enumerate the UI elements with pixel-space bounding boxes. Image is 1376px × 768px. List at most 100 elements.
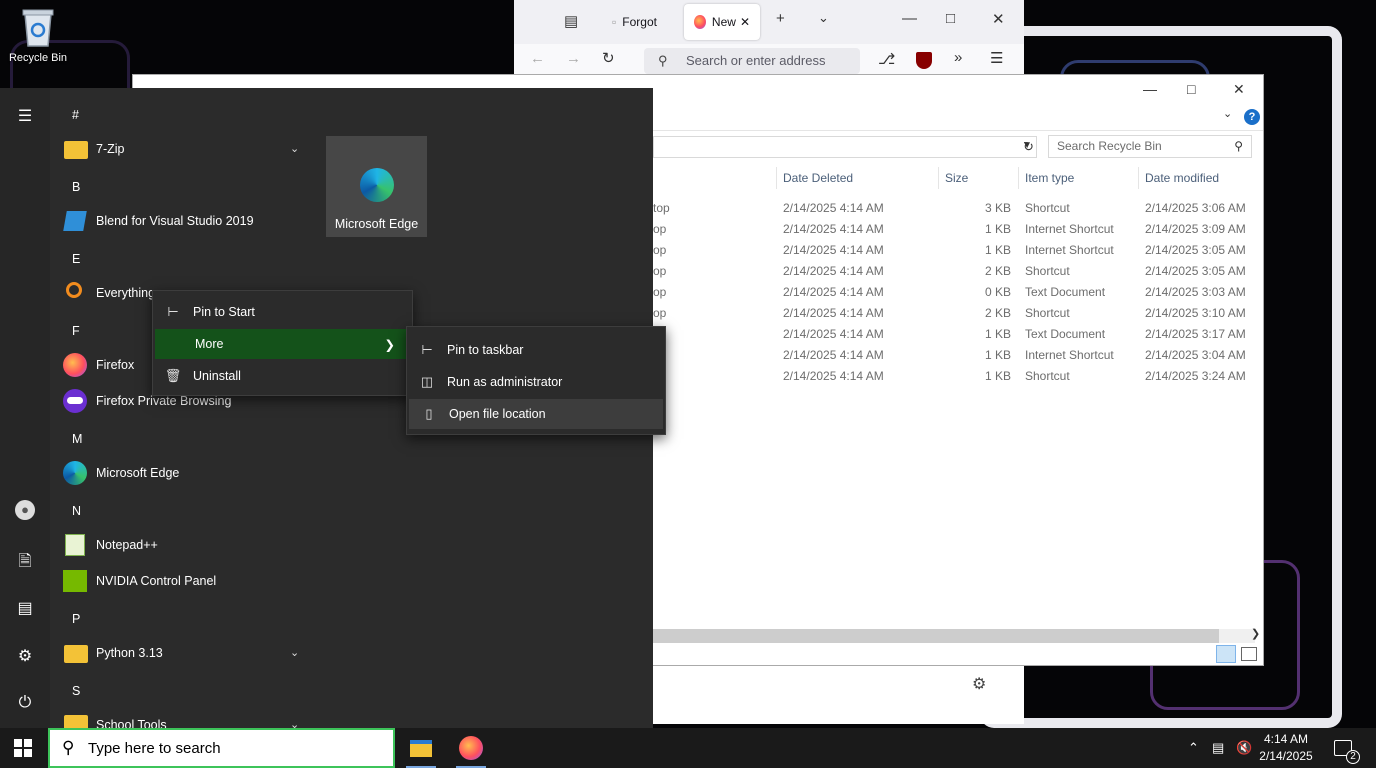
menu-item-open-file-location[interactable]: ▯ Open file location [409, 399, 663, 429]
letter-header-e[interactable]: E [72, 252, 80, 266]
menu-item-pin-to-taskbar[interactable]: ⊢ Pin to taskbar [407, 335, 665, 365]
app-blend[interactable]: Blend for Visual Studio 2019 [62, 203, 312, 239]
firefox-nav-bar: ← → ↻ ⚲ Search or enter address ⎇ » ☰ [514, 44, 1024, 76]
notification-center-icon[interactable]: 2 [1334, 728, 1360, 768]
extensions-icon[interactable]: ⎇ [878, 50, 895, 68]
close-icon[interactable]: ✕ [992, 10, 1005, 28]
pin-icon: ⊢ [167, 304, 179, 319]
table-row[interactable] [653, 325, 1253, 345]
chevron-down-icon[interactable]: ⌄ [290, 646, 299, 659]
network-icon[interactable]: ▤ [1212, 728, 1224, 768]
table-row[interactable] [653, 304, 1253, 324]
show-hidden-icons[interactable]: ⌃ [1188, 728, 1199, 768]
notepadpp-icon [62, 532, 88, 558]
scroll-right-icon[interactable]: ❯ [1251, 627, 1260, 640]
table-row[interactable] [653, 241, 1253, 261]
header-divider [1018, 167, 1019, 189]
edge-icon [360, 168, 394, 202]
tab-label: New [711, 15, 736, 29]
table-row[interactable] [653, 367, 1253, 387]
search-recycle-bin-input[interactable]: Search Recycle Bin ⚲ [1048, 135, 1252, 158]
taskbar-clock[interactable]: 4:14 AM 2/14/2025 [1256, 731, 1316, 765]
maximize-icon[interactable]: □ [946, 10, 955, 27]
table-row[interactable] [653, 199, 1253, 219]
table-row[interactable] [653, 220, 1253, 240]
app-nvidia[interactable]: NVIDIA Control Panel [62, 563, 312, 599]
app-microsoft-edge[interactable]: Microsoft Edge [62, 455, 312, 491]
settings-gear-icon[interactable]: ⚙ [972, 674, 986, 694]
new-tab-icon[interactable]: + [776, 10, 785, 27]
menu-icon[interactable]: ☰ [990, 49, 1003, 67]
tile-microsoft-edge[interactable]: Microsoft Edge [326, 136, 427, 237]
app-school-tools[interactable]: School Tools [62, 710, 312, 728]
close-tab-icon[interactable]: ✕ [740, 15, 750, 29]
minimize-icon[interactable]: — [902, 10, 917, 27]
chevron-down-icon[interactable]: ⌄ [818, 10, 829, 26]
settings-gear-icon[interactable]: ⚙ [14, 646, 36, 668]
horizontal-scrollbar-thumb[interactable] [653, 629, 1219, 643]
column-date-modified[interactable]: Date modified [1145, 171, 1219, 191]
tab-list-icon[interactable]: ▤ [564, 12, 578, 30]
documents-icon[interactable]: 🗎 [14, 550, 36, 572]
menu-item-run-as-administrator[interactable]: ◫ Run as administrator [407, 367, 665, 397]
close-icon[interactable]: ✕ [1233, 81, 1245, 98]
table-row[interactable] [653, 346, 1253, 366]
menu-item-uninstall[interactable]: 🗑 Uninstall [153, 361, 412, 391]
letter-header-hash[interactable]: # [72, 108, 79, 122]
letter-header-m[interactable]: M [72, 432, 82, 446]
app-label: Everything [96, 286, 156, 300]
start-rail: ☰ ● 🗎 ▤ ⚙ ⏻ [0, 88, 50, 728]
table-row[interactable] [653, 283, 1253, 303]
menu-item-label: Open file location [449, 407, 546, 421]
power-icon[interactable]: ⏻ [14, 694, 36, 716]
volume-muted-icon[interactable]: 🔇 [1236, 728, 1252, 768]
letter-header-s[interactable]: S [72, 684, 80, 698]
tab-forgot[interactable]: ▫ Forgot [602, 4, 690, 40]
ublock-icon[interactable] [916, 52, 932, 69]
pictures-icon[interactable]: ▤ [14, 598, 36, 620]
minimize-icon[interactable]: — [1143, 81, 1157, 97]
column-size[interactable]: Size [945, 171, 968, 191]
refresh-icon[interactable]: ↻ [1023, 139, 1034, 155]
more-submenu: ⊢ Pin to taskbar ◫ Run as administrator … [406, 326, 666, 435]
maximize-icon[interactable]: □ [1187, 81, 1195, 97]
help-icon[interactable]: ? [1244, 109, 1260, 125]
app-7zip[interactable]: 7-Zip [62, 131, 312, 167]
details-view-icon[interactable] [1216, 645, 1236, 663]
address-bar[interactable]: ▼ [653, 136, 1037, 158]
search-icon: ⚲ [62, 738, 75, 757]
firefox-private-icon [62, 388, 88, 414]
letter-header-n[interactable]: N [72, 504, 81, 518]
start-button[interactable] [0, 728, 46, 768]
large-icons-view-icon[interactable] [1241, 647, 1257, 661]
overflow-icon[interactable]: » [954, 49, 962, 66]
column-item-type[interactable]: Item type [1025, 171, 1074, 191]
letter-header-p[interactable]: P [72, 612, 80, 626]
hamburger-menu-icon[interactable]: ☰ [14, 106, 36, 128]
folder-icon [410, 739, 432, 757]
menu-item-label: Run as administrator [447, 375, 563, 389]
forward-icon[interactable]: → [566, 50, 581, 67]
column-date-deleted[interactable]: Date Deleted [783, 171, 853, 191]
app-label: 7-Zip [96, 142, 125, 156]
recycle-bin-desktop-icon[interactable]: Recycle Bin [6, 6, 70, 64]
tab-new[interactable]: New ✕ [684, 4, 760, 40]
ribbon-expand-icon[interactable]: ⌄ [1223, 107, 1232, 120]
chevron-down-icon[interactable]: ⌄ [290, 142, 299, 155]
app-notepadpp[interactable]: Notepad++ [62, 527, 312, 563]
letter-header-f[interactable]: F [72, 324, 80, 338]
taskbar-file-explorer[interactable] [398, 728, 444, 768]
address-bar[interactable]: ⚲ Search or enter address [644, 48, 860, 74]
back-icon[interactable]: ← [530, 50, 545, 67]
menu-item-pin-to-start[interactable]: ⊢ Pin to Start [153, 297, 412, 327]
taskbar-search-input[interactable]: ⚲ Type here to search [48, 728, 395, 768]
letter-header-b[interactable]: B [72, 180, 80, 194]
table-row[interactable] [653, 262, 1253, 282]
menu-item-label: More [195, 337, 224, 351]
menu-item-more[interactable]: More ❯ [155, 329, 407, 359]
app-python[interactable]: Python 3.13 [62, 635, 312, 671]
taskbar: ⚲ Type here to search ⌃ ▤ 🔇 4:14 AM 2/14… [0, 728, 1376, 768]
reload-icon[interactable]: ↻ [602, 49, 615, 67]
taskbar-firefox[interactable] [448, 728, 494, 768]
user-account-icon[interactable]: ● [14, 500, 36, 522]
